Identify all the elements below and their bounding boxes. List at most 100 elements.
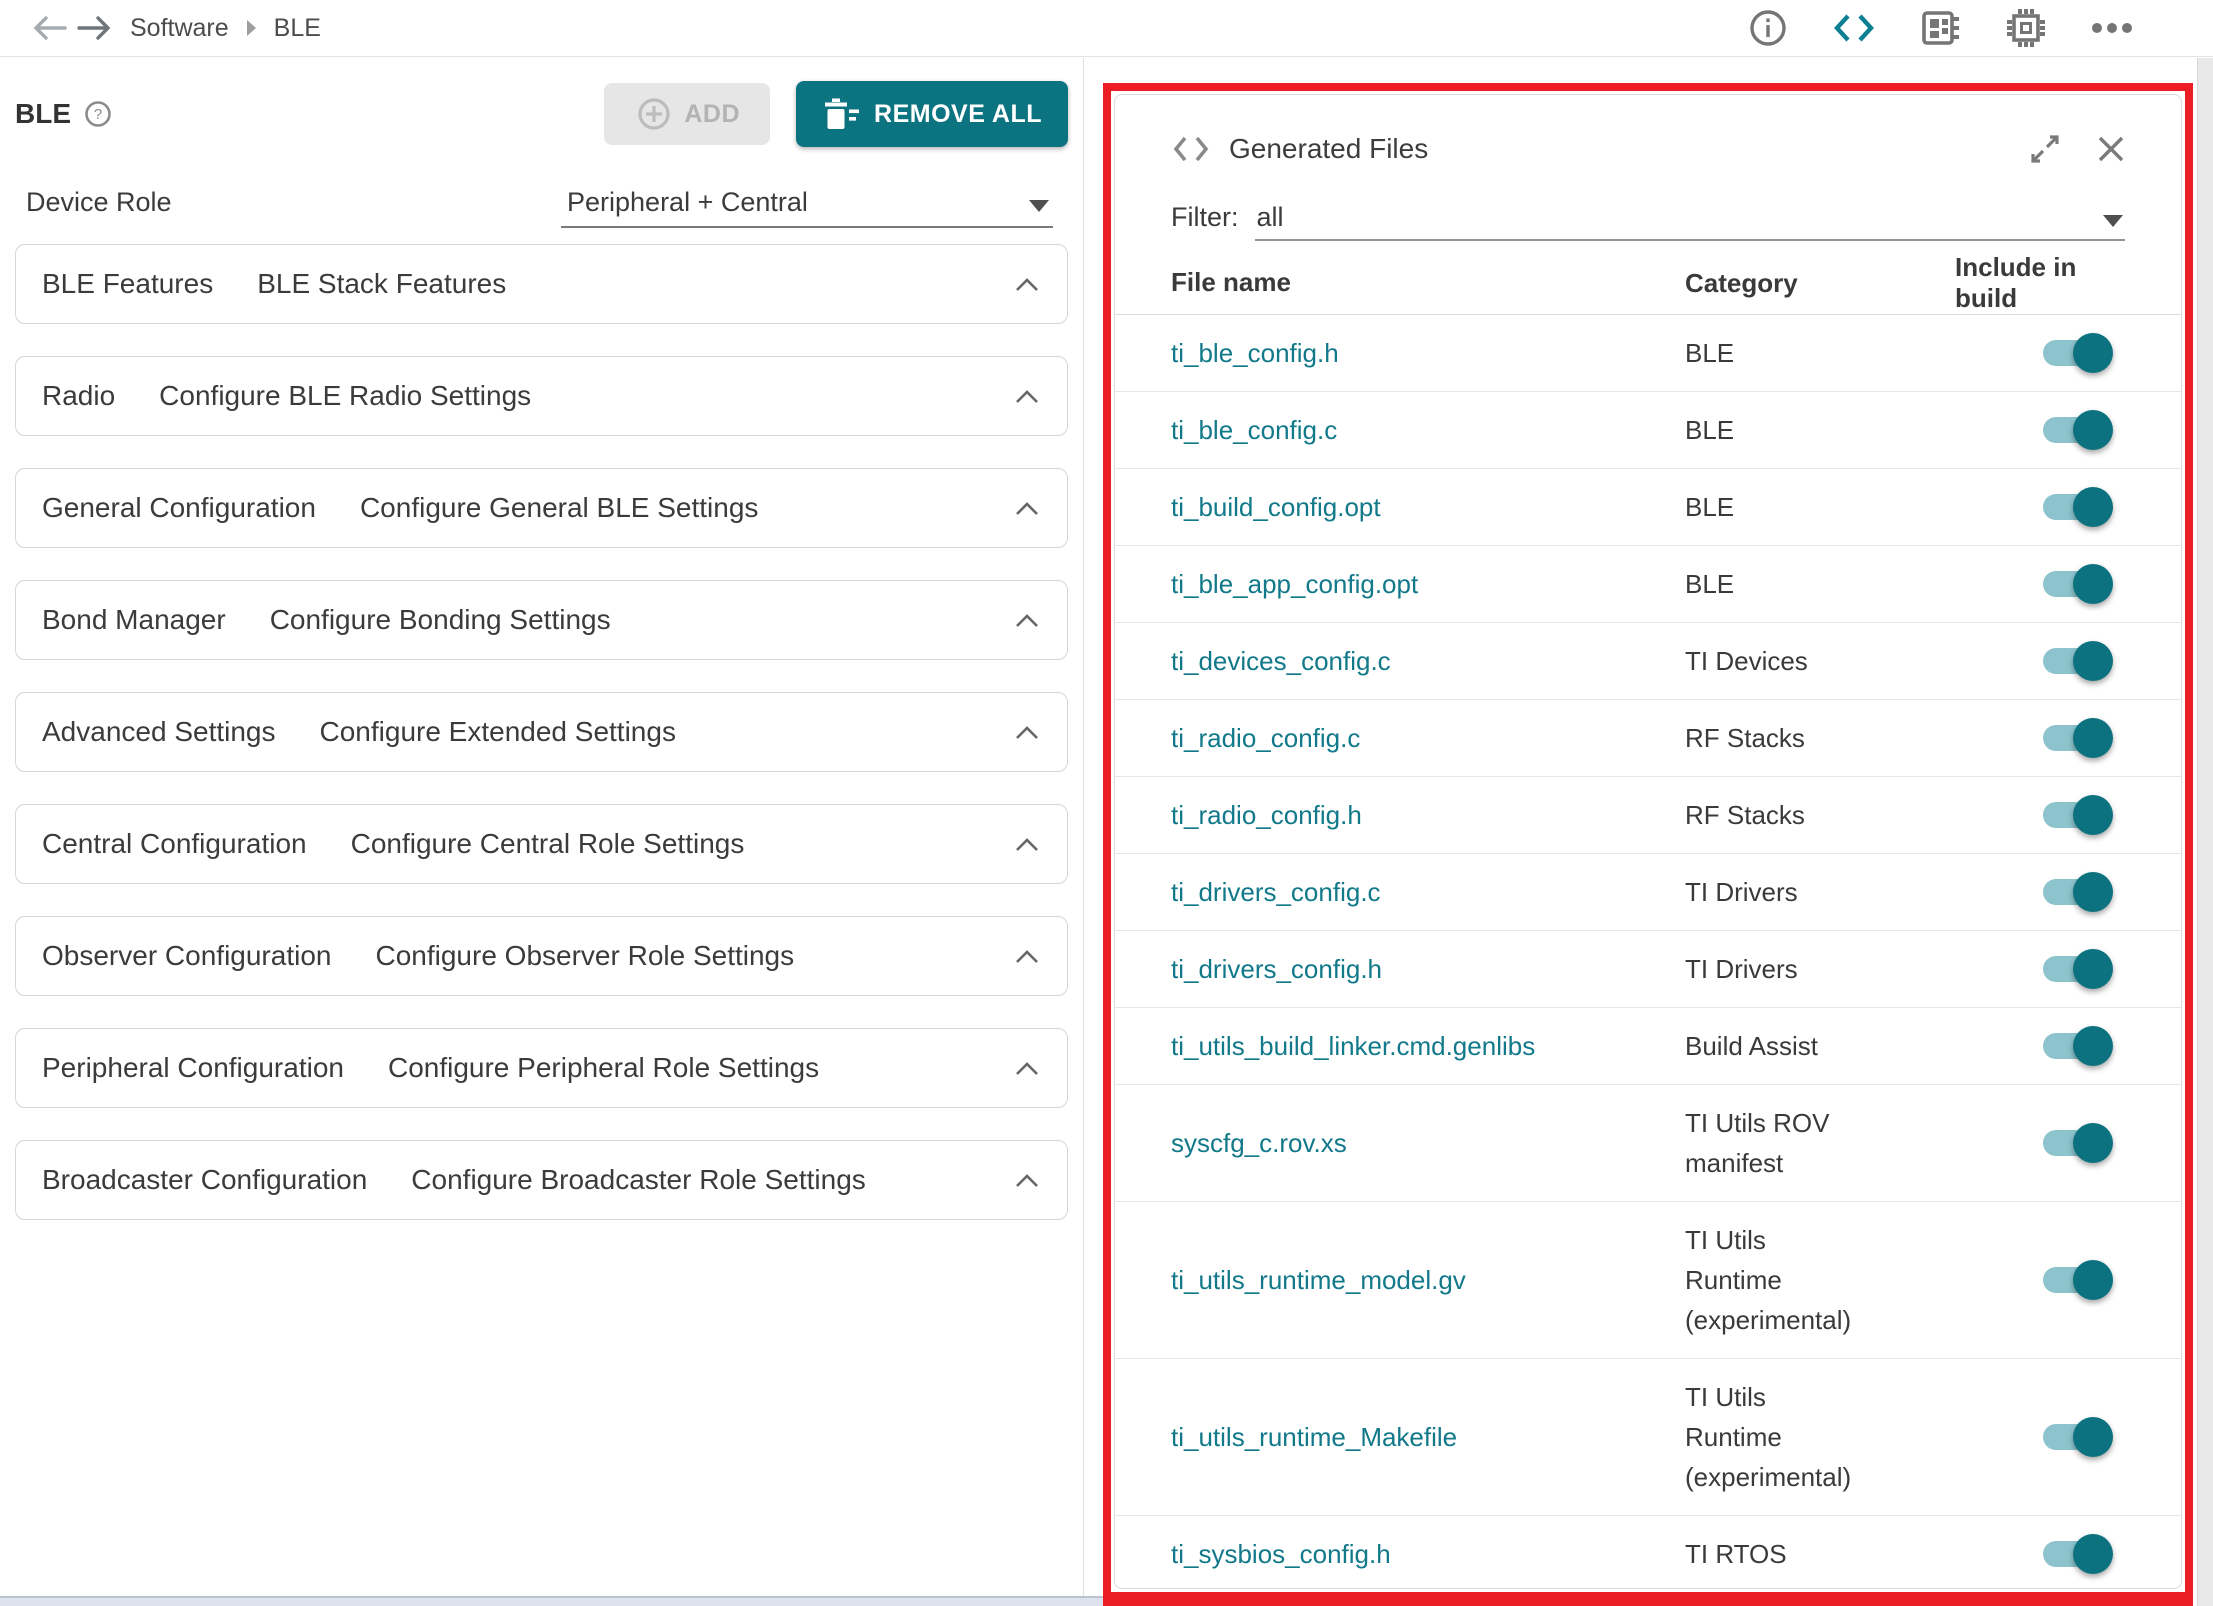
- add-circle-icon: [634, 94, 674, 134]
- file-link[interactable]: ti_radio_config.h: [1171, 800, 1685, 831]
- section-radio[interactable]: Radio Configure BLE Radio Settings: [15, 356, 1068, 436]
- file-link[interactable]: ti_ble_config.h: [1171, 338, 1685, 369]
- table-row: ti_radio_config.c RF Stacks: [1115, 700, 2181, 777]
- file-category: TI RTOS: [1685, 1534, 1955, 1574]
- file-category: BLE: [1685, 333, 1955, 373]
- board-icon[interactable]: [1917, 5, 1963, 51]
- section-subtitle: Configure Peripheral Role Settings: [388, 1052, 819, 1084]
- file-category: Build Assist: [1685, 1026, 1955, 1066]
- section-broadcaster-configuration[interactable]: Broadcaster Configuration Configure Broa…: [15, 1140, 1068, 1220]
- file-link[interactable]: ti_utils_runtime_model.gv: [1171, 1265, 1685, 1296]
- help-icon[interactable]: ?: [83, 99, 113, 129]
- file-link[interactable]: ti_ble_config.c: [1171, 415, 1685, 446]
- file-link[interactable]: syscfg_c.rov.xs: [1171, 1128, 1685, 1159]
- breadcrumb-ble: BLE: [274, 14, 321, 43]
- include-in-build-toggle[interactable]: [2043, 949, 2109, 989]
- file-link[interactable]: ti_sysbios_config.h: [1171, 1539, 1685, 1570]
- file-link[interactable]: ti_devices_config.c: [1171, 646, 1685, 677]
- section-central-configuration[interactable]: Central Configuration Configure Central …: [15, 804, 1068, 884]
- include-in-build-toggle[interactable]: [2043, 410, 2109, 450]
- section-title: Advanced Settings: [42, 716, 276, 748]
- remove-all-label: REMOVE ALL: [874, 100, 1042, 129]
- chevron-up-icon: [1013, 612, 1041, 629]
- breadcrumb-software[interactable]: Software: [130, 14, 229, 43]
- section-general-configuration[interactable]: General Configuration Configure General …: [15, 468, 1068, 548]
- include-in-build-toggle[interactable]: [2043, 641, 2109, 681]
- file-link[interactable]: ti_drivers_config.h: [1171, 954, 1685, 985]
- more-icon[interactable]: [2089, 5, 2135, 51]
- device-role-row: Device Role Peripheral + Central: [26, 174, 1053, 228]
- include-in-build-toggle[interactable]: [2043, 1123, 2109, 1163]
- remove-all-button[interactable]: REMOVE ALL: [796, 81, 1068, 147]
- column-file-name: File name: [1171, 267, 1685, 298]
- file-category: BLE: [1685, 410, 1955, 450]
- chip-icon[interactable]: [2003, 5, 2049, 51]
- file-link[interactable]: ti_utils_runtime_Makefile: [1171, 1422, 1685, 1453]
- info-icon[interactable]: [1745, 5, 1791, 51]
- horizontal-scrollbar[interactable]: [0, 1596, 1103, 1606]
- section-observer-configuration[interactable]: Observer Configuration Configure Observe…: [15, 916, 1068, 996]
- file-category: TI Drivers: [1685, 872, 1955, 912]
- forward-arrow-icon[interactable]: [72, 8, 116, 48]
- back-arrow-icon[interactable]: [28, 8, 72, 48]
- include-in-build-toggle[interactable]: [2043, 1026, 2109, 1066]
- table-row: ti_ble_config.h BLE: [1115, 315, 2181, 392]
- include-in-build-toggle[interactable]: [2043, 795, 2109, 835]
- device-role-value: Peripheral + Central: [561, 187, 808, 218]
- filter-row: Filter: all: [1115, 195, 2181, 241]
- file-link[interactable]: ti_utils_build_linker.cmd.genlibs: [1171, 1031, 1685, 1062]
- include-in-build-toggle[interactable]: [2043, 333, 2109, 373]
- include-in-build-toggle[interactable]: [2043, 564, 2109, 604]
- include-in-build-toggle[interactable]: [2043, 487, 2109, 527]
- section-subtitle: BLE Stack Features: [257, 268, 506, 300]
- section-subtitle: Configure Extended Settings: [320, 716, 676, 748]
- column-category: Category: [1685, 263, 1955, 303]
- vertical-scrollbar[interactable]: [2197, 58, 2213, 1606]
- section-advanced-settings[interactable]: Advanced Settings Configure Extended Set…: [15, 692, 1068, 772]
- code-icon[interactable]: [1831, 5, 1877, 51]
- table-row: syscfg_c.rov.xs TI Utils ROV manifest: [1115, 1085, 2181, 1202]
- table-row: ti_ble_config.c BLE: [1115, 392, 2181, 469]
- file-link[interactable]: ti_build_config.opt: [1171, 492, 1685, 523]
- section-ble-features[interactable]: BLE Features BLE Stack Features: [15, 244, 1068, 324]
- section-bond-manager[interactable]: Bond Manager Configure Bonding Settings: [15, 580, 1068, 660]
- table-row: ti_drivers_config.c TI Drivers: [1115, 854, 2181, 931]
- chevron-up-icon: [1013, 836, 1041, 853]
- expand-icon[interactable]: [2025, 129, 2065, 169]
- file-link[interactable]: ti_radio_config.c: [1171, 723, 1685, 754]
- generated-files-header: Generated Files: [1115, 95, 2181, 169]
- chevron-up-icon: [1013, 724, 1041, 741]
- include-in-build-toggle[interactable]: [2043, 1534, 2109, 1574]
- close-icon[interactable]: [2091, 129, 2131, 169]
- section-title: Peripheral Configuration: [42, 1052, 344, 1084]
- device-role-select[interactable]: Peripheral + Central: [561, 178, 1053, 228]
- filter-value: all: [1255, 202, 1284, 233]
- chevron-down-icon: [1029, 200, 1049, 212]
- include-in-build-toggle[interactable]: [2043, 1417, 2109, 1457]
- trash-icon: [822, 96, 860, 132]
- add-button-label: ADD: [684, 100, 740, 129]
- breadcrumb-separator-icon: [247, 20, 256, 36]
- column-include-in-build: Include in build: [1955, 252, 2125, 314]
- table-header: File name Category Include in build: [1115, 251, 2181, 315]
- section-subtitle: Configure Bonding Settings: [270, 604, 611, 636]
- chevron-up-icon: [1013, 948, 1041, 965]
- add-button[interactable]: ADD: [604, 83, 770, 145]
- file-link[interactable]: ti_drivers_config.c: [1171, 877, 1685, 908]
- config-sections: BLE Features BLE Stack Features Radio Co…: [0, 244, 1083, 1220]
- file-category: TI Utils Runtime (experimental): [1685, 1377, 1955, 1497]
- section-title: Observer Configuration: [42, 940, 331, 972]
- include-in-build-toggle[interactable]: [2043, 872, 2109, 912]
- section-peripheral-configuration[interactable]: Peripheral Configuration Configure Perip…: [15, 1028, 1068, 1108]
- section-title: Central Configuration: [42, 828, 307, 860]
- section-subtitle: Configure Broadcaster Role Settings: [411, 1164, 865, 1196]
- table-row: ti_drivers_config.h TI Drivers: [1115, 931, 2181, 1008]
- chevron-up-icon: [1013, 1060, 1041, 1077]
- table-row: ti_utils_runtime_Makefile TI Utils Runti…: [1115, 1359, 2181, 1516]
- file-link[interactable]: ti_ble_app_config.opt: [1171, 569, 1685, 600]
- ble-config-pane: BLE ? ADD REMOVE ALL Device Rol: [0, 58, 1083, 1596]
- file-category: BLE: [1685, 487, 1955, 527]
- filter-select[interactable]: all: [1255, 195, 2126, 241]
- include-in-build-toggle[interactable]: [2043, 1260, 2109, 1300]
- include-in-build-toggle[interactable]: [2043, 718, 2109, 758]
